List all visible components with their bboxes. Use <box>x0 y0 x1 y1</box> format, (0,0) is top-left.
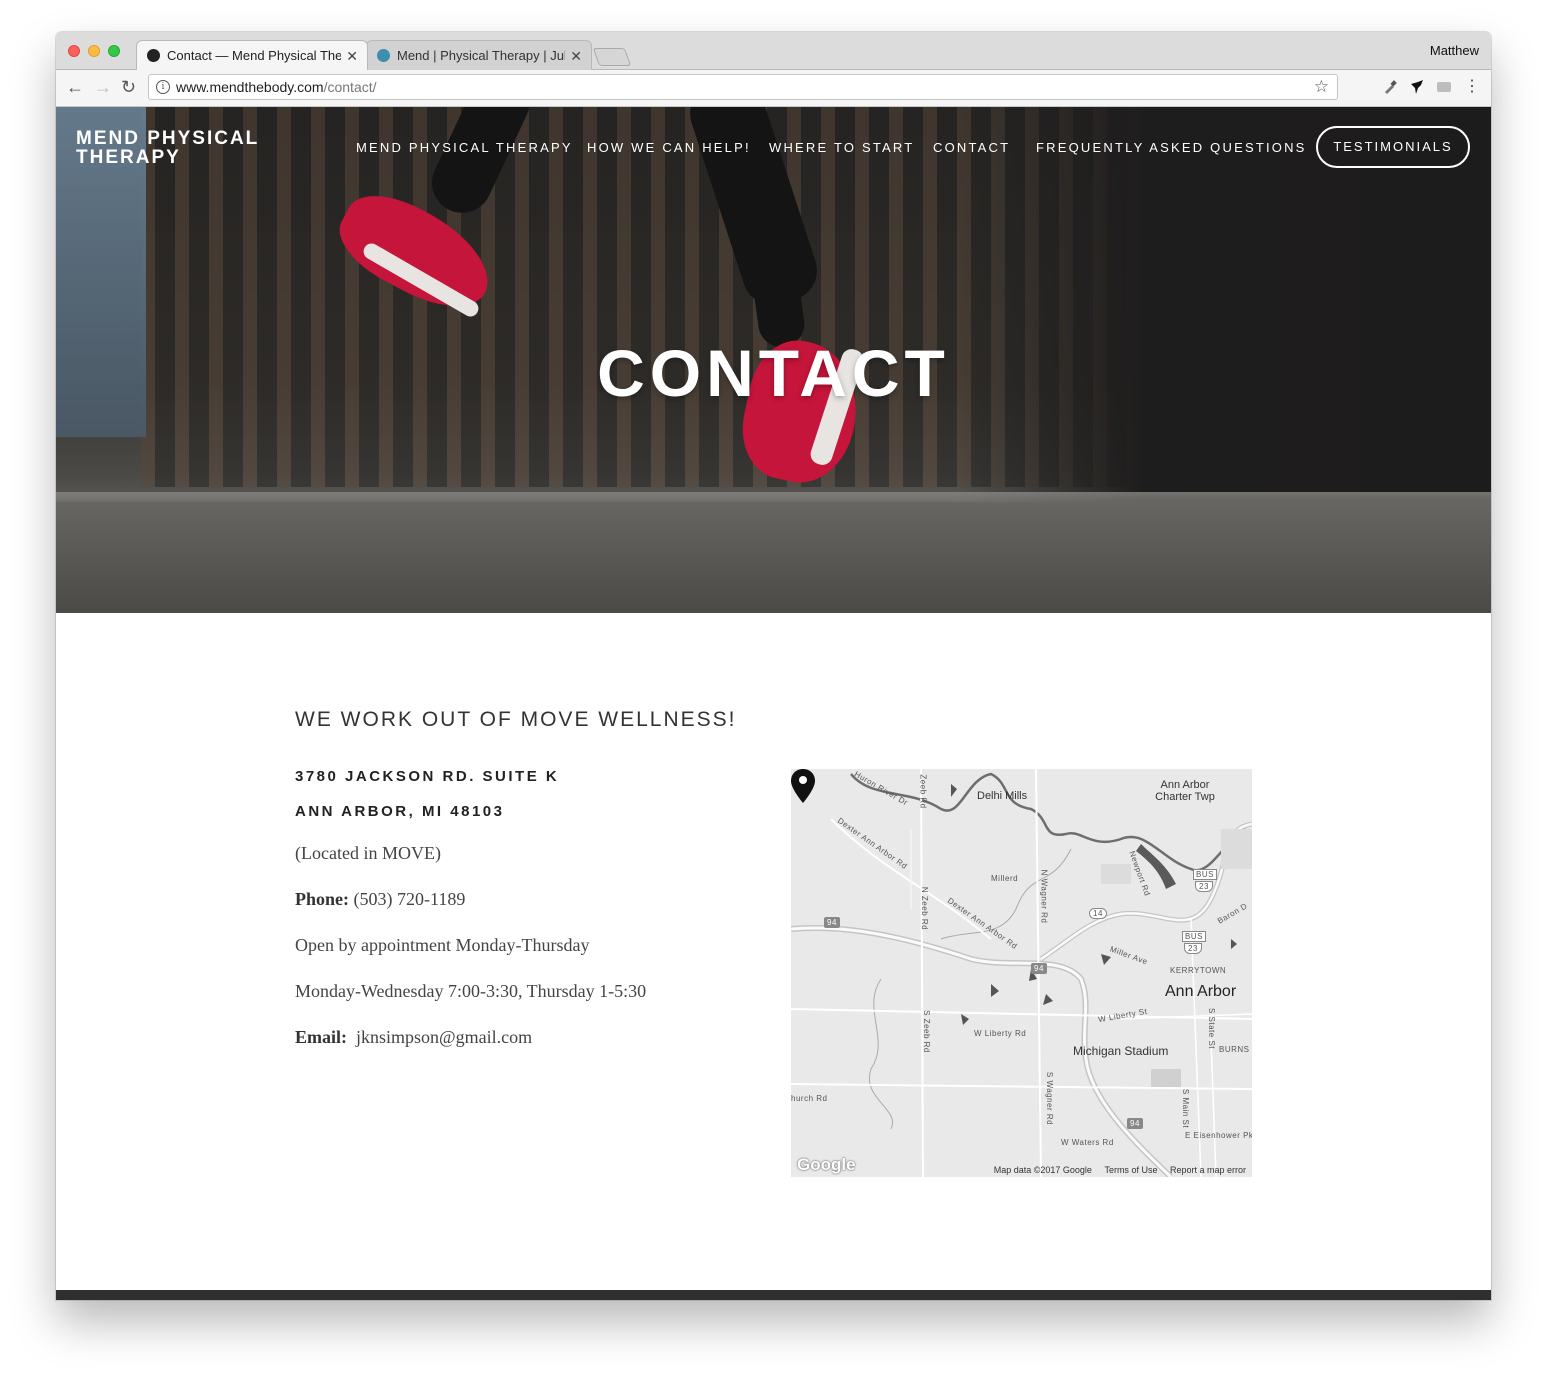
map-label-n-wagner: N Wagner Rd <box>1039 869 1049 924</box>
bird-extension-icon[interactable] <box>1409 79 1425 95</box>
hours-note: Open by appointment Monday-Thursday <box>295 935 590 955</box>
map-label-kerrytown: KERRYTOWN <box>1170 966 1227 975</box>
map-shield-bus-north: BUS <box>1193 869 1217 880</box>
profile-name[interactable]: Matthew <box>1430 43 1479 58</box>
menu-dots-icon[interactable]: ⋮ <box>1464 79 1480 95</box>
site-logo[interactable]: MEND PHYSICAL THERAPY <box>76 129 306 167</box>
minimize-window-button[interactable] <box>88 45 100 57</box>
info-icon[interactable]: i <box>156 80 170 94</box>
nav-link-contact[interactable]: CONTACT <box>933 140 1010 155</box>
url-text: www.mendthebody.com/contact/ <box>176 79 377 95</box>
map-label-s-wagner: S Wagner Rd <box>1045 1071 1055 1126</box>
map-attribution: Map data ©2017 Google <box>993 1165 1092 1175</box>
browser-window: Contact — Mend Physical Therapy ✕ Mend |… <box>56 32 1491 1300</box>
map-label-church-rd: hurch Rd <box>791 1094 828 1103</box>
map-footer: Map data ©2017 Google Terms of Use Repor… <box>984 1165 1246 1175</box>
map-label-s-zeeb: S Zeeb Rd <box>921 1010 931 1053</box>
url-path: /contact/ <box>323 79 377 95</box>
extension-badge-icon[interactable] <box>1436 79 1452 95</box>
page-title: CONTACT <box>597 336 950 410</box>
tab-mend[interactable]: Mend | Physical Therapy | Julie ✕ <box>366 40 592 70</box>
map-label-zeeb-top: Zeeb Rd <box>918 774 928 809</box>
close-tab-icon[interactable]: ✕ <box>570 41 582 70</box>
bookmark-star-icon[interactable]: ☆ <box>1314 77 1329 97</box>
map-label-n-zeeb: N Zeeb Rd <box>920 886 930 931</box>
map-shield-23-south: 23 <box>1184 943 1202 954</box>
map-shield-i94-south: 94 <box>1127 1118 1143 1129</box>
email-address[interactable]: jknsimpson@gmail.com <box>356 1027 532 1047</box>
site-favicon-icon <box>147 49 160 62</box>
eyedropper-extension-icon[interactable] <box>1382 79 1398 95</box>
map-label-w-waters: W Waters Rd <box>1061 1138 1114 1147</box>
map-label-burns: BURNS I <box>1219 1045 1252 1054</box>
location-map[interactable]: Delhi Mills Ann Arbor Charter Twp Ann Ar… <box>791 769 1252 1177</box>
nav-link-where-to-start[interactable]: WHERE TO START <box>769 140 914 155</box>
forward-arrow-icon[interactable]: → <box>94 77 112 97</box>
map-label-michigan-stadium: Michigan Stadium <box>1073 1044 1169 1058</box>
map-label-s-main: S Main St <box>1181 1088 1191 1129</box>
phone-label: Phone: <box>295 889 349 909</box>
testimonials-button[interactable]: TESTIMONIALS <box>1316 126 1470 168</box>
map-shield-23-north: 23 <box>1195 881 1213 892</box>
map-label-ann-arbor: Ann Arbor <box>1165 983 1237 1000</box>
hero-banner: MEND PHYSICAL THERAPY MEND PHYSICAL THER… <box>56 107 1491 613</box>
tab-title: Mend | Physical Therapy | Julie <box>397 48 565 63</box>
email-line: Email: jknsimpson@gmail.com <box>295 1027 532 1048</box>
hero-background-roof <box>56 502 1491 613</box>
new-tab-button[interactable] <box>592 48 632 66</box>
map-shield-i94-center: 94 <box>1031 963 1047 974</box>
reload-icon[interactable]: ↻ <box>121 77 136 97</box>
map-label-charter-twp: Ann Arbor Charter Twp <box>1155 779 1215 803</box>
nav-link-faq[interactable]: FREQUENTLY ASKED QUESTIONS <box>1036 140 1307 155</box>
map-shield-bus-south: BUS <box>1182 931 1206 942</box>
nav-link-mend-physical-therapy[interactable]: MEND PHYSICAL THERAPY <box>356 140 573 155</box>
map-label-e-eisenhower: E Eisenhower Pk <box>1185 1131 1252 1140</box>
address-bar[interactable]: i www.mendthebody.com/contact/ ☆ <box>148 74 1338 100</box>
map-report-link[interactable]: Report a map error <box>1170 1165 1246 1175</box>
map-shield-m14: 14 <box>1089 908 1107 919</box>
tab-strip: Contact — Mend Physical Therapy ✕ Mend |… <box>56 32 1491 70</box>
hours-detail: Monday-Wednesday 7:00-3:30, Thursday 1-5… <box>295 981 647 1001</box>
site-favicon-icon <box>377 49 390 62</box>
maximize-window-button[interactable] <box>108 45 120 57</box>
phone-line: Phone: (503) 720-1189 <box>295 889 465 910</box>
map-shield-i94-west: 94 <box>824 917 840 928</box>
map-pin-icon[interactable] <box>791 769 815 803</box>
browser-toolbar: ← → ↻ i www.mendthebody.com/contact/ ☆ ⋮ <box>56 70 1491 107</box>
location-note: (Located in MOVE) <box>295 843 441 863</box>
map-label-millerd: Millerd <box>991 874 1019 883</box>
email-label: Email: <box>295 1027 347 1047</box>
phone-number[interactable]: (503) 720-1189 <box>354 889 466 909</box>
close-window-button[interactable] <box>68 45 80 57</box>
url-host: www.mendthebody.com <box>176 79 324 95</box>
footer-bar <box>56 1290 1491 1300</box>
close-tab-icon[interactable]: ✕ <box>346 41 358 70</box>
address-line-1: 3780 JACKSON RD. SUITE K <box>295 768 560 785</box>
tab-contact[interactable]: Contact — Mend Physical Therapy ✕ <box>136 40 368 70</box>
google-logo[interactable]: Google <box>797 1155 856 1175</box>
map-label-w-liberty-rd: W Liberty Rd <box>974 1029 1027 1038</box>
map-terms-link[interactable]: Terms of Use <box>1104 1165 1157 1175</box>
tab-title: Contact — Mend Physical Therapy <box>167 48 341 63</box>
map-label-s-state: S State St <box>1207 1007 1217 1050</box>
nav-link-how-we-can-help[interactable]: HOW WE CAN HELP! <box>587 140 751 155</box>
map-label-delhi-mills: Delhi Mills <box>977 790 1028 802</box>
section-heading: WE WORK OUT OF MOVE WELLNESS! <box>295 708 737 731</box>
address-line-2: ANN ARBOR, MI 48103 <box>295 803 505 820</box>
back-arrow-icon[interactable]: ← <box>66 77 84 97</box>
